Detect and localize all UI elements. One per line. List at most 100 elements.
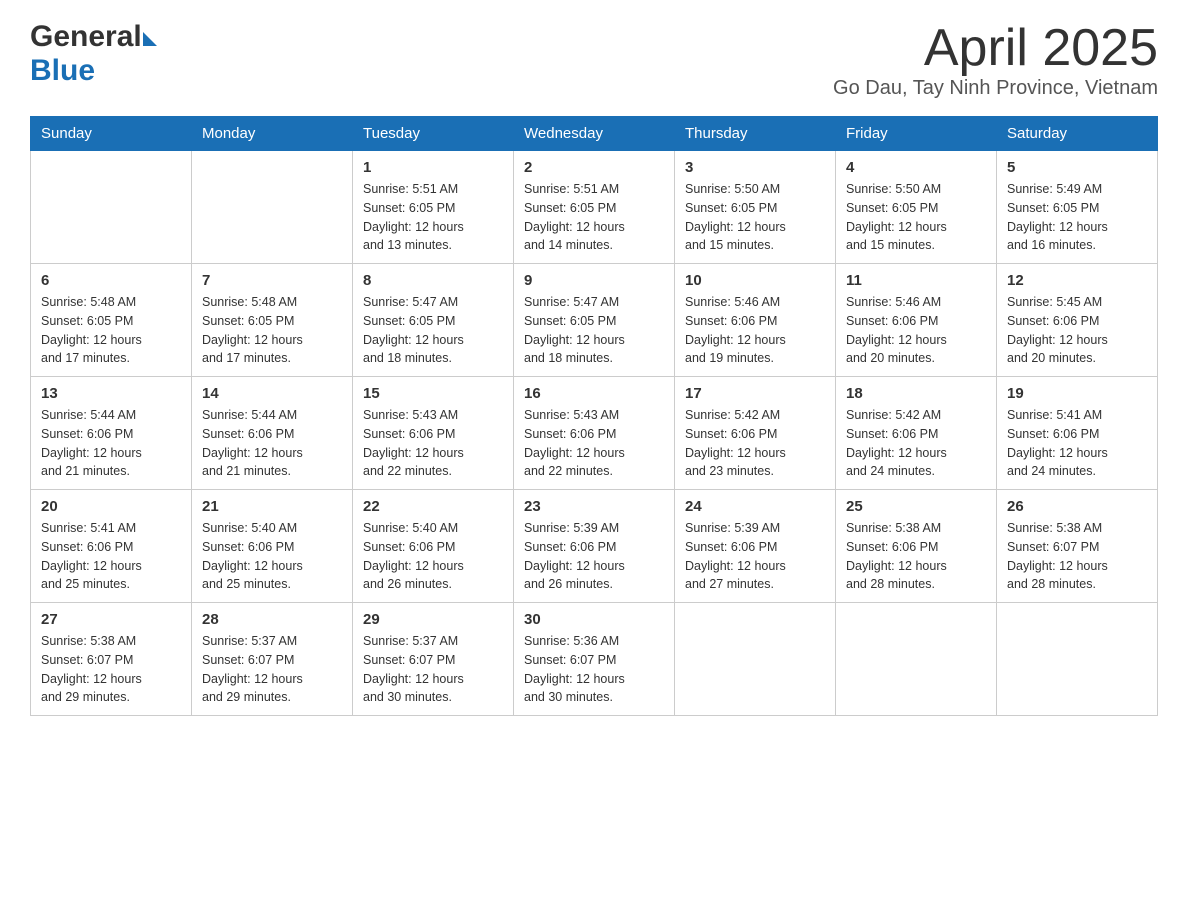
day-info: Sunrise: 5:45 AM Sunset: 6:06 PM Dayligh… — [1007, 293, 1147, 368]
calendar-cell: 28 Sunrise: 5:37 AM Sunset: 6:07 PM Dayli… — [192, 603, 353, 716]
calendar-header-saturday: Saturday — [997, 117, 1158, 151]
day-number: 14 — [202, 385, 342, 402]
day-info: Sunrise: 5:38 AM Sunset: 6:06 PM Dayligh… — [846, 519, 986, 594]
calendar-cell — [192, 151, 353, 264]
day-number: 13 — [41, 385, 181, 402]
day-number: 11 — [846, 272, 986, 289]
day-info: Sunrise: 5:42 AM Sunset: 6:06 PM Dayligh… — [685, 406, 825, 481]
calendar-cell — [675, 603, 836, 716]
day-number: 18 — [846, 385, 986, 402]
day-info: Sunrise: 5:40 AM Sunset: 6:06 PM Dayligh… — [202, 519, 342, 594]
calendar-cell: 26 Sunrise: 5:38 AM Sunset: 6:07 PM Dayli… — [997, 490, 1158, 603]
calendar-header-sunday: Sunday — [31, 117, 192, 151]
day-info: Sunrise: 5:38 AM Sunset: 6:07 PM Dayligh… — [41, 632, 181, 707]
calendar-table: SundayMondayTuesdayWednesdayThursdayFrid… — [30, 116, 1158, 716]
day-info: Sunrise: 5:38 AM Sunset: 6:07 PM Dayligh… — [1007, 519, 1147, 594]
calendar-cell — [997, 603, 1158, 716]
day-number: 6 — [41, 272, 181, 289]
calendar-cell: 3 Sunrise: 5:50 AM Sunset: 6:05 PM Daylig… — [675, 151, 836, 264]
calendar-cell: 30 Sunrise: 5:36 AM Sunset: 6:07 PM Dayli… — [514, 603, 675, 716]
day-info: Sunrise: 5:47 AM Sunset: 6:05 PM Dayligh… — [363, 293, 503, 368]
day-number: 4 — [846, 159, 986, 176]
calendar-cell: 8Sunrise: 5:47 AM Sunset: 6:05 PM Daylig… — [353, 264, 514, 377]
calendar-cell: 22 Sunrise: 5:40 AM Sunset: 6:06 PM Dayli… — [353, 490, 514, 603]
day-info: Sunrise: 5:36 AM Sunset: 6:07 PM Dayligh… — [524, 632, 664, 707]
calendar-cell: 4 Sunrise: 5:50 AM Sunset: 6:05 PM Daylig… — [836, 151, 997, 264]
calendar-header-wednesday: Wednesday — [514, 117, 675, 151]
page-subtitle: Go Dau, Tay Ninh Province, Vietnam — [833, 77, 1158, 100]
calendar-week-row: 6 Sunrise: 5:48 AM Sunset: 6:05 PM Daylig… — [31, 264, 1158, 377]
calendar-cell: 2Sunrise: 5:51 AM Sunset: 6:05 PM Daylig… — [514, 151, 675, 264]
calendar-cell: 29Sunrise: 5:37 AM Sunset: 6:07 PM Dayli… — [353, 603, 514, 716]
day-number: 30 — [524, 611, 664, 628]
calendar-week-row: 1 Sunrise: 5:51 AM Sunset: 6:05 PM Daylig… — [31, 151, 1158, 264]
calendar-cell: 27Sunrise: 5:38 AM Sunset: 6:07 PM Dayli… — [31, 603, 192, 716]
logo-general-text: General — [30, 20, 142, 54]
calendar-cell: 25Sunrise: 5:38 AM Sunset: 6:06 PM Dayli… — [836, 490, 997, 603]
day-number: 21 — [202, 498, 342, 515]
logo-triangle-icon — [143, 32, 157, 46]
calendar-cell — [31, 151, 192, 264]
day-number: 26 — [1007, 498, 1147, 515]
day-number: 7 — [202, 272, 342, 289]
day-number: 5 — [1007, 159, 1147, 176]
calendar-week-row: 13 Sunrise: 5:44 AM Sunset: 6:06 PM Dayli… — [31, 377, 1158, 490]
day-number: 16 — [524, 385, 664, 402]
day-info: Sunrise: 5:47 AM Sunset: 6:05 PM Dayligh… — [524, 293, 664, 368]
day-info: Sunrise: 5:50 AM Sunset: 6:05 PM Dayligh… — [846, 180, 986, 255]
day-number: 29 — [363, 611, 503, 628]
logo: General Blue — [30, 20, 157, 88]
day-number: 20 — [41, 498, 181, 515]
calendar-week-row: 27Sunrise: 5:38 AM Sunset: 6:07 PM Dayli… — [31, 603, 1158, 716]
day-number: 19 — [1007, 385, 1147, 402]
day-info: Sunrise: 5:46 AM Sunset: 6:06 PM Dayligh… — [685, 293, 825, 368]
calendar-cell: 20Sunrise: 5:41 AM Sunset: 6:06 PM Dayli… — [31, 490, 192, 603]
day-number: 22 — [363, 498, 503, 515]
calendar-header-friday: Friday — [836, 117, 997, 151]
day-info: Sunrise: 5:39 AM Sunset: 6:06 PM Dayligh… — [685, 519, 825, 594]
calendar-cell: 13 Sunrise: 5:44 AM Sunset: 6:06 PM Dayli… — [31, 377, 192, 490]
calendar-header-monday: Monday — [192, 117, 353, 151]
calendar-cell: 9 Sunrise: 5:47 AM Sunset: 6:05 PM Daylig… — [514, 264, 675, 377]
day-info: Sunrise: 5:48 AM Sunset: 6:05 PM Dayligh… — [202, 293, 342, 368]
calendar-cell: 17 Sunrise: 5:42 AM Sunset: 6:06 PM Dayli… — [675, 377, 836, 490]
day-number: 28 — [202, 611, 342, 628]
day-info: Sunrise: 5:37 AM Sunset: 6:07 PM Dayligh… — [202, 632, 342, 707]
calendar-cell: 12 Sunrise: 5:45 AM Sunset: 6:06 PM Dayli… — [997, 264, 1158, 377]
day-info: Sunrise: 5:50 AM Sunset: 6:05 PM Dayligh… — [685, 180, 825, 255]
day-info: Sunrise: 5:51 AM Sunset: 6:05 PM Dayligh… — [363, 180, 503, 255]
calendar-cell: 10 Sunrise: 5:46 AM Sunset: 6:06 PM Dayli… — [675, 264, 836, 377]
day-number: 10 — [685, 272, 825, 289]
calendar-cell: 19 Sunrise: 5:41 AM Sunset: 6:06 PM Dayli… — [997, 377, 1158, 490]
calendar-cell — [836, 603, 997, 716]
calendar-cell: 1 Sunrise: 5:51 AM Sunset: 6:05 PM Daylig… — [353, 151, 514, 264]
day-number: 3 — [685, 159, 825, 176]
day-info: Sunrise: 5:46 AM Sunset: 6:06 PM Dayligh… — [846, 293, 986, 368]
day-number: 23 — [524, 498, 664, 515]
day-info: Sunrise: 5:40 AM Sunset: 6:06 PM Dayligh… — [363, 519, 503, 594]
day-number: 12 — [1007, 272, 1147, 289]
calendar-cell: 15Sunrise: 5:43 AM Sunset: 6:06 PM Dayli… — [353, 377, 514, 490]
day-info: Sunrise: 5:42 AM Sunset: 6:06 PM Dayligh… — [846, 406, 986, 481]
calendar-cell: 24 Sunrise: 5:39 AM Sunset: 6:06 PM Dayli… — [675, 490, 836, 603]
page-title: April 2025 — [833, 20, 1158, 77]
calendar-cell: 5 Sunrise: 5:49 AM Sunset: 6:05 PM Daylig… — [997, 151, 1158, 264]
calendar-cell: 21 Sunrise: 5:40 AM Sunset: 6:06 PM Dayli… — [192, 490, 353, 603]
day-number: 24 — [685, 498, 825, 515]
day-number: 9 — [524, 272, 664, 289]
day-info: Sunrise: 5:41 AM Sunset: 6:06 PM Dayligh… — [1007, 406, 1147, 481]
day-number: 1 — [363, 159, 503, 176]
calendar-header-tuesday: Tuesday — [353, 117, 514, 151]
day-info: Sunrise: 5:39 AM Sunset: 6:06 PM Dayligh… — [524, 519, 664, 594]
day-info: Sunrise: 5:43 AM Sunset: 6:06 PM Dayligh… — [524, 406, 664, 481]
calendar-cell: 18 Sunrise: 5:42 AM Sunset: 6:06 PM Dayli… — [836, 377, 997, 490]
calendar-header-thursday: Thursday — [675, 117, 836, 151]
calendar-header-row: SundayMondayTuesdayWednesdayThursdayFrid… — [31, 117, 1158, 151]
day-info: Sunrise: 5:44 AM Sunset: 6:06 PM Dayligh… — [41, 406, 181, 481]
day-info: Sunrise: 5:44 AM Sunset: 6:06 PM Dayligh… — [202, 406, 342, 481]
calendar-cell: 16 Sunrise: 5:43 AM Sunset: 6:06 PM Dayli… — [514, 377, 675, 490]
day-info: Sunrise: 5:43 AM Sunset: 6:06 PM Dayligh… — [363, 406, 503, 481]
title-block: April 2025 Go Dau, Tay Ninh Province, Vi… — [833, 20, 1158, 100]
day-info: Sunrise: 5:49 AM Sunset: 6:05 PM Dayligh… — [1007, 180, 1147, 255]
day-number: 17 — [685, 385, 825, 402]
